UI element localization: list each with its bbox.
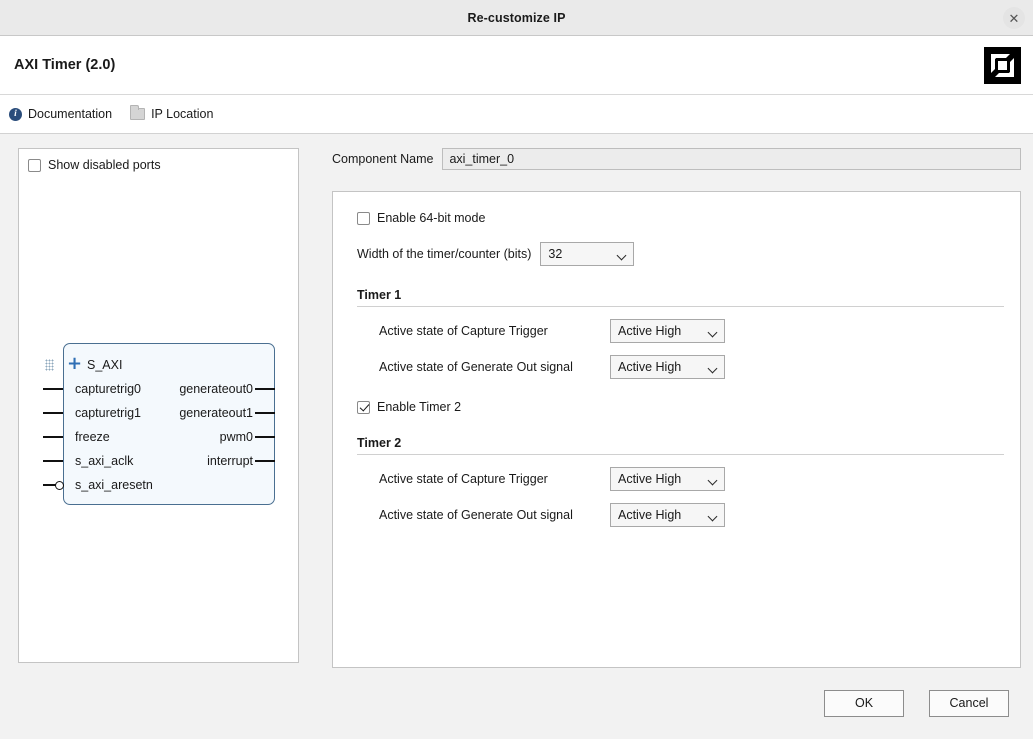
port-row-s-axi[interactable]: + S_AXI <box>43 353 275 377</box>
expand-bus-icon[interactable]: + <box>67 355 82 373</box>
timer1-generate-out-row: Active state of Generate Out signal Acti… <box>379 355 1004 379</box>
timer2-capture-trigger-row: Active state of Capture Trigger Active H… <box>379 467 1004 491</box>
pin-generateout0 <box>255 388 275 390</box>
timer1-capture-trigger-select[interactable]: Active High <box>610 319 725 343</box>
pin-freeze <box>43 436 63 438</box>
chevron-down-icon <box>707 475 718 486</box>
timer-width-value: 32 <box>548 247 563 261</box>
window-titlebar: Re-customize IP ✕ <box>0 0 1033 36</box>
documentation-link[interactable]: i Documentation <box>9 107 112 121</box>
page-title: AXI Timer (2.0) <box>14 57 116 73</box>
pin-interrupt <box>255 460 275 462</box>
port-label-s-axi: S_AXI <box>87 358 123 372</box>
port-label-s-axi-aclk: s_axi_aclk <box>75 454 134 468</box>
timer2-capture-trigger-value: Active High <box>618 472 682 486</box>
timer2-heading: Timer 2 <box>357 436 402 450</box>
pin-s-axi-aresetn-inverted-icon <box>43 480 64 490</box>
timer1-capture-trigger-label: Active state of Capture Trigger <box>379 324 548 338</box>
port-label-capturetrig0: capturetrig0 <box>75 382 142 396</box>
port-row-s-axi-aclk: s_axi_aclk interrupt <box>43 449 275 473</box>
port-label-s-axi-aresetn: s_axi_aresetn <box>75 478 153 492</box>
pin-s-axi-aclk <box>43 460 63 462</box>
timer1-divider <box>357 306 1004 307</box>
ok-button[interactable]: OK <box>824 689 904 717</box>
window-title: Re-customize IP <box>467 10 566 25</box>
dialog-body: Show disabled ports + S_AXI capturetrig0… <box>0 134 1033 668</box>
chevron-down-icon <box>707 363 718 374</box>
timer1-generate-out-label: Active state of Generate Out signal <box>379 360 573 374</box>
enable-64bit-checkbox[interactable]: Enable 64-bit mode <box>357 211 1004 225</box>
timer-width-select[interactable]: 32 <box>540 242 635 266</box>
timer-width-label: Width of the timer/counter (bits) <box>357 247 532 261</box>
ip-location-link[interactable]: IP Location <box>130 105 214 121</box>
enable-timer2-label: Enable Timer 2 <box>377 400 462 414</box>
component-name-row: Component Name axi_timer_0 <box>332 148 1021 170</box>
port-label-freeze: freeze <box>75 430 110 444</box>
info-icon: i <box>9 107 22 121</box>
port-label-interrupt: interrupt <box>207 454 253 468</box>
timer2-capture-trigger-select[interactable]: Active High <box>610 467 725 491</box>
enable-timer2-checkbox-box <box>357 400 370 414</box>
port-label-generateout1: generateout1 <box>179 406 253 420</box>
show-disabled-ports-checkbox[interactable]: Show disabled ports <box>19 149 298 172</box>
port-row-freeze: freeze pwm0 <box>43 425 275 449</box>
port-row-capturetrig1: capturetrig1 generateout1 <box>43 401 275 425</box>
port-label-pwm0: pwm0 <box>219 430 253 444</box>
ip-header: AXI Timer (2.0) <box>0 36 1033 95</box>
dialog-footer: OK Cancel <box>0 668 1033 738</box>
xilinx-logo-icon <box>984 47 1021 84</box>
chevron-down-icon <box>707 511 718 522</box>
folder-icon <box>130 105 146 120</box>
port-row-s-axi-aresetn: s_axi_aresetn <box>43 473 275 497</box>
link-bar: i Documentation IP Location <box>0 95 1033 134</box>
ip-location-link-label: IP Location <box>151 107 214 121</box>
timer1-capture-trigger-row: Active state of Capture Trigger Active H… <box>379 319 1004 343</box>
timer2-generate-out-select[interactable]: Active High <box>610 503 725 527</box>
component-name-input[interactable]: axi_timer_0 <box>442 148 1021 170</box>
bus-grip-icon <box>45 359 54 371</box>
documentation-link-label: Documentation <box>28 107 113 121</box>
enable-64bit-label: Enable 64-bit mode <box>377 211 486 225</box>
port-row-capturetrig0: capturetrig0 generateout0 <box>43 377 275 401</box>
timer2-divider <box>357 454 1004 455</box>
pin-generateout1 <box>255 412 275 414</box>
timer2-generate-out-row: Active state of Generate Out signal Acti… <box>379 503 1004 527</box>
timer1-heading: Timer 1 <box>357 288 402 302</box>
close-icon[interactable]: ✕ <box>1003 7 1025 29</box>
show-disabled-ports-checkbox-box <box>28 158 41 172</box>
pin-pwm0 <box>255 436 275 438</box>
enable-timer2-checkbox[interactable]: Enable Timer 2 <box>357 400 1004 414</box>
port-diagram-panel: Show disabled ports + S_AXI capturetrig0… <box>18 148 299 663</box>
enable-64bit-checkbox-box <box>357 211 370 225</box>
cancel-button[interactable]: Cancel <box>929 689 1009 717</box>
timer-width-row: Width of the timer/counter (bits) 32 <box>357 242 1004 266</box>
port-label-capturetrig1: capturetrig1 <box>75 406 142 420</box>
timer1-capture-trigger-value: Active High <box>618 324 682 338</box>
ip-symbol-diagram: + S_AXI capturetrig0 generateout0 captur… <box>43 343 275 505</box>
timer2-generate-out-value: Active High <box>618 508 682 522</box>
pin-capturetrig0 <box>43 388 63 390</box>
chevron-down-icon <box>707 327 718 338</box>
component-name-label: Component Name <box>332 152 434 166</box>
pin-capturetrig1 <box>43 412 63 414</box>
chevron-down-icon <box>616 250 627 261</box>
timer1-generate-out-select[interactable]: Active High <box>610 355 725 379</box>
timer2-capture-trigger-label: Active state of Capture Trigger <box>379 472 548 486</box>
options-column: Component Name axi_timer_0 Enable 64-bit… <box>332 148 1021 668</box>
timer2-generate-out-label: Active state of Generate Out signal <box>379 508 573 522</box>
options-panel: Enable 64-bit mode Width of the timer/co… <box>332 191 1021 668</box>
port-label-generateout0: generateout0 <box>179 382 253 396</box>
show-disabled-ports-label: Show disabled ports <box>48 158 161 172</box>
timer1-generate-out-value: Active High <box>618 360 682 374</box>
